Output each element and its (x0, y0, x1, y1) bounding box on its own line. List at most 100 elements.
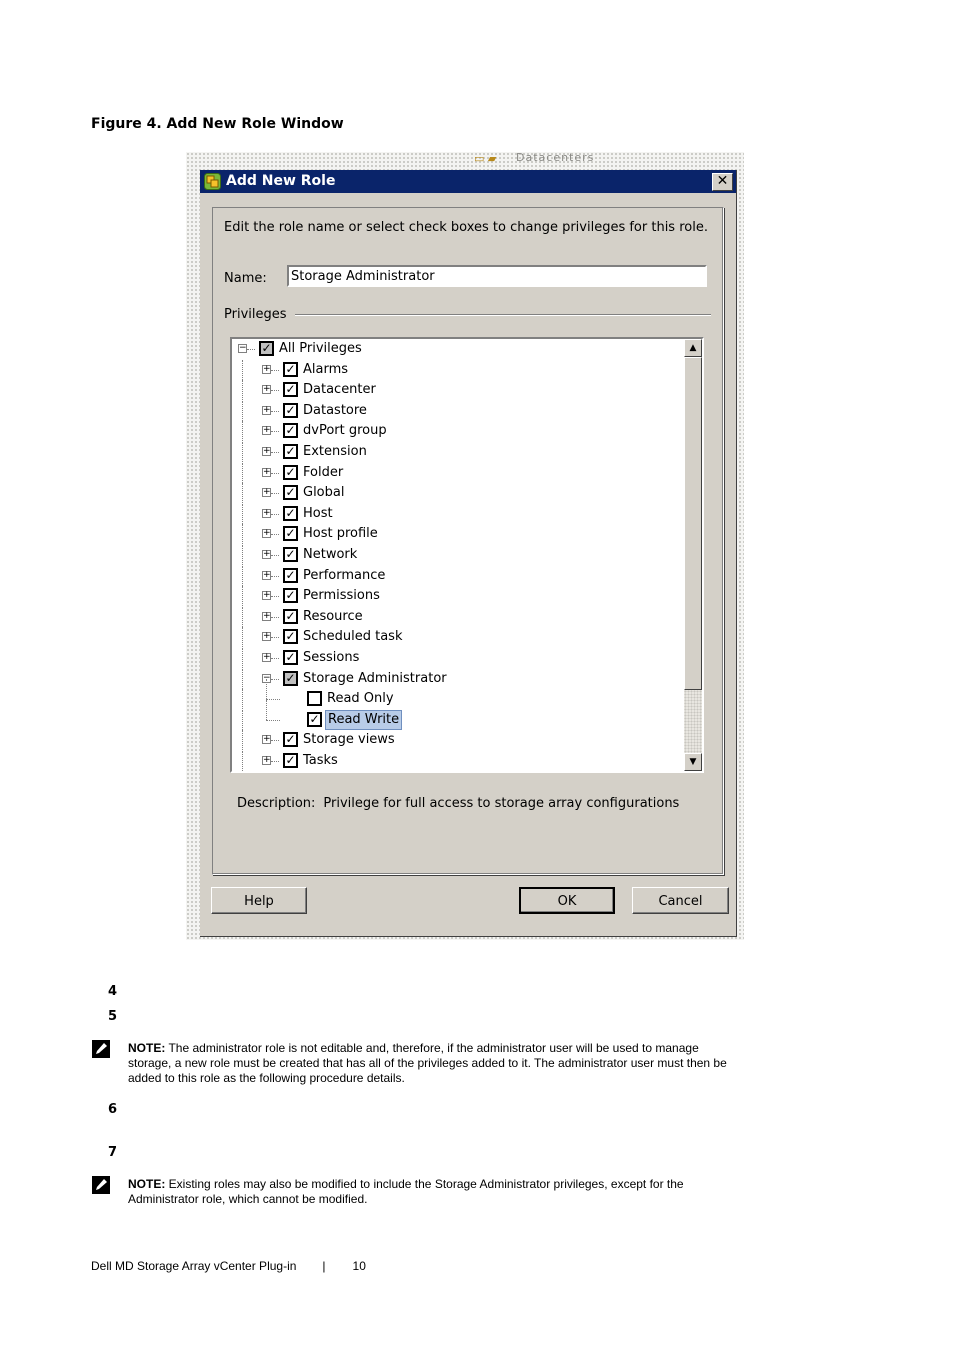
tree-node[interactable]: + ✓ Scheduled task (232, 627, 682, 648)
expand-icon[interactable]: + (262, 467, 271, 477)
tree-node-label[interactable]: Read Only (325, 689, 396, 709)
tree-node-label[interactable]: Extension (301, 442, 369, 462)
tree-node-label[interactable]: Read Write (325, 709, 403, 730)
tree-node[interactable]: Read Only (232, 679, 682, 710)
expand-icon[interactable]: + (262, 426, 271, 436)
expand-icon[interactable]: + (262, 385, 271, 395)
tree-connector (242, 503, 243, 524)
expand-icon[interactable]: + (262, 364, 271, 374)
tree-connector (271, 575, 279, 577)
tree-node[interactable]: + ✓ Host profile (232, 524, 682, 545)
checkbox-checked[interactable]: ✓ (283, 670, 298, 686)
checkbox-checked[interactable]: ✓ (283, 485, 298, 501)
expand-icon[interactable]: + (262, 405, 271, 415)
tree-node[interactable]: + ✓ Alarms (232, 359, 682, 380)
tree-node-label[interactable]: All Privileges (277, 339, 364, 359)
tree-node-label[interactable]: Network (301, 545, 359, 565)
expand-icon[interactable]: + (262, 529, 271, 539)
checkbox-checked[interactable]: ✓ (283, 423, 298, 439)
tree-connector (242, 545, 243, 565)
tree-node-label[interactable]: Scheduled task (301, 627, 405, 647)
checkbox-unchecked[interactable] (307, 691, 322, 707)
checkbox-checked[interactable]: ✓ (283, 567, 298, 583)
expand-icon[interactable]: + (262, 570, 271, 580)
tree-node[interactable]: + ✓ Host (232, 503, 682, 524)
cancel-button[interactable]: Cancel (632, 887, 729, 914)
tree-node-label[interactable]: Global (301, 483, 346, 503)
checkbox-checked[interactable]: ✓ (259, 341, 274, 356)
tree-node[interactable]: + ✓ Performance (232, 565, 682, 586)
checkbox-checked[interactable]: ✓ (307, 711, 322, 727)
expand-icon[interactable]: + (262, 653, 271, 662)
expand-icon[interactable]: + (262, 488, 271, 498)
tree-node-label[interactable]: Performance (301, 566, 387, 586)
checkbox-checked[interactable]: ✓ (283, 588, 298, 604)
tree-node[interactable]: + ✓ Extension (232, 442, 682, 462)
checkbox-checked[interactable]: ✓ (283, 547, 298, 562)
tree-node-label[interactable]: Datacenter (301, 380, 378, 400)
privileges-tree[interactable]: − ✓ All Privileges + ✓ Alarms + ✓ Datacenter + ✓ Da… (230, 337, 704, 773)
tree-node[interactable]: + ✓ Sessions (232, 648, 682, 668)
tree-node-label[interactable]: Storage views (301, 730, 397, 750)
expand-icon[interactable]: + (262, 447, 271, 456)
tree-node-label[interactable]: Permissions (301, 586, 382, 606)
footer-separator: | (322, 1259, 326, 1273)
scroll-up-button[interactable]: ▲ (684, 339, 702, 357)
expand-icon[interactable]: + (262, 735, 271, 745)
tree-node[interactable]: +✓ (232, 772, 682, 773)
tree-connector (271, 431, 279, 433)
tree-node[interactable]: − ✓ All Privileges (232, 339, 682, 359)
tree-node-label[interactable]: Alarms (301, 360, 350, 380)
expand-icon[interactable]: + (262, 611, 271, 621)
tree-node[interactable]: + ✓ Tasks (232, 751, 682, 771)
tree-node-label[interactable]: Folder (301, 463, 345, 483)
checkbox-checked[interactable]: ✓ (283, 464, 298, 480)
tree-node[interactable]: + ✓ Resource (232, 606, 682, 627)
expand-icon[interactable]: + (262, 756, 271, 765)
tree-connector (242, 772, 243, 773)
checkbox-checked[interactable]: ✓ (283, 444, 298, 459)
tree-node[interactable]: + ✓ Datacenter (232, 380, 682, 401)
tree-node[interactable]: + ✓ dvPort group (232, 421, 682, 442)
tree-node-label[interactable]: dvPort group (301, 421, 389, 441)
vertical-scrollbar[interactable]: ▲ ▼ (684, 339, 702, 771)
tree-node[interactable]: ✓ Read Write (232, 699, 682, 730)
expand-icon[interactable]: + (262, 632, 271, 642)
collapse-icon[interactable]: − (238, 344, 247, 353)
tree-node-label[interactable]: Host (301, 504, 335, 524)
checkbox-checked[interactable]: ✓ (283, 732, 298, 748)
tree-node[interactable]: + ✓ Network (232, 545, 682, 565)
title-bar[interactable]: Add New Role ✕ (200, 170, 736, 193)
tree-node-label[interactable]: Sessions (301, 648, 361, 668)
tree-node[interactable]: + ✓ Global (232, 483, 682, 504)
arrow-up-icon: ▲ (689, 343, 697, 353)
tree-node-label[interactable]: Storage Administrator (301, 669, 449, 689)
checkbox-checked[interactable]: ✓ (283, 608, 298, 624)
tree-node-label[interactable]: Resource (301, 607, 365, 627)
tree-node[interactable]: + ✓ Datastore (232, 400, 682, 421)
checkbox-checked[interactable]: ✓ (283, 650, 298, 665)
scroll-thumb[interactable] (684, 357, 702, 690)
role-name-input[interactable] (287, 265, 707, 287)
checkbox-checked[interactable]: ✓ (283, 629, 298, 645)
scroll-down-button[interactable]: ▼ (684, 753, 702, 771)
tree-node[interactable]: − ✓ Storage Administrator (232, 668, 682, 689)
checkbox-checked[interactable]: ✓ (283, 505, 298, 521)
tree-node-label[interactable]: Host profile (301, 524, 380, 544)
close-button[interactable]: ✕ (712, 173, 733, 191)
checkbox-checked[interactable]: ✓ (283, 382, 298, 398)
tree-node-label[interactable]: Tasks (301, 751, 340, 771)
tree-node[interactable]: + ✓ Folder (232, 462, 682, 483)
checkbox-checked[interactable]: ✓ (283, 526, 298, 542)
expand-icon[interactable]: + (262, 591, 271, 601)
tree-node[interactable]: + ✓ Permissions (232, 586, 682, 607)
ok-button[interactable]: OK (519, 887, 615, 914)
help-button[interactable]: Help (211, 887, 307, 914)
checkbox-checked[interactable]: ✓ (283, 361, 298, 377)
expand-icon[interactable]: + (262, 550, 271, 559)
tree-node-label[interactable]: Datastore (301, 401, 369, 421)
expand-icon[interactable]: + (262, 508, 271, 518)
tree-node[interactable]: + ✓ Storage views (232, 730, 682, 751)
checkbox-checked[interactable]: ✓ (283, 753, 298, 768)
checkbox-checked[interactable]: ✓ (283, 402, 298, 418)
